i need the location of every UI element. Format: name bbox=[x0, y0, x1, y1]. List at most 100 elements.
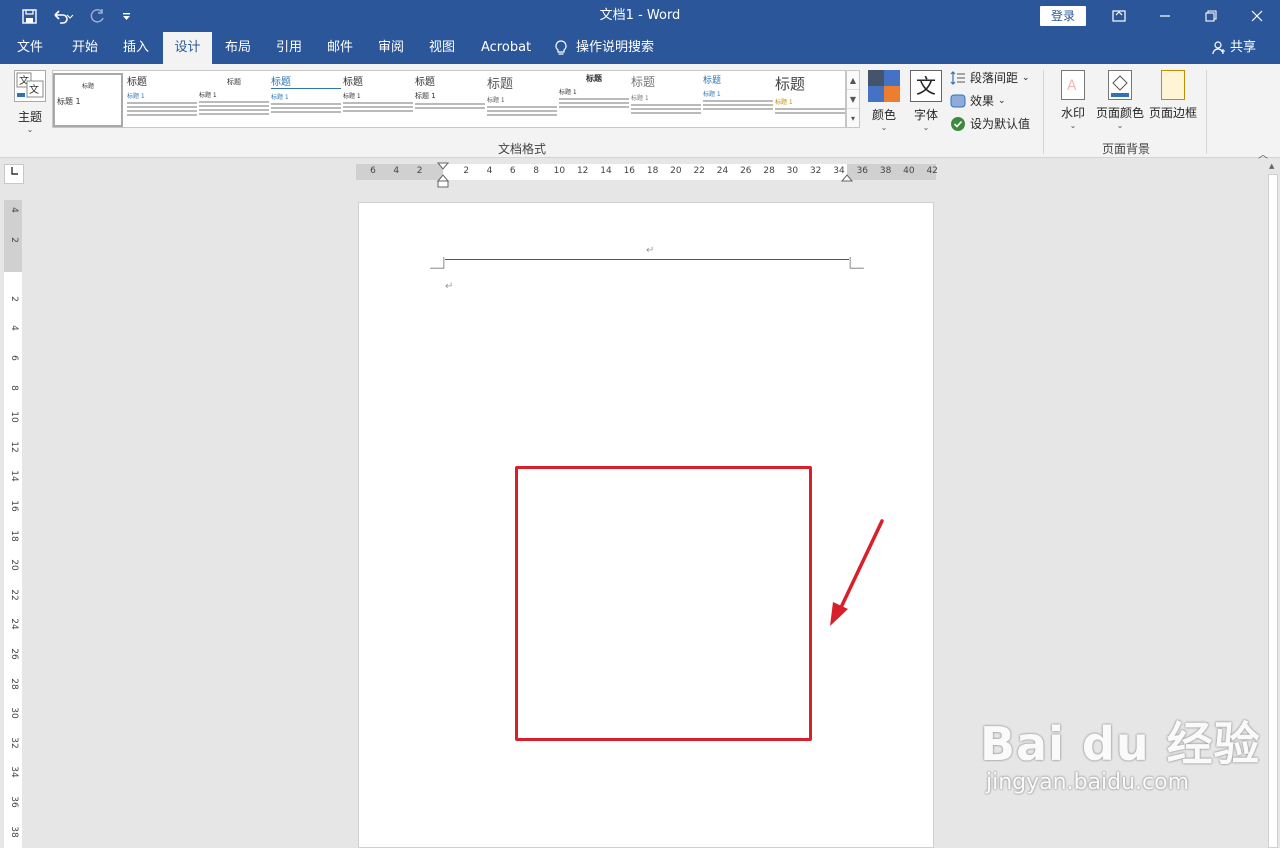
minimize-icon[interactable] bbox=[1142, 0, 1188, 32]
ruler-tick-label: 32 bbox=[9, 737, 19, 749]
body-paragraph-mark: ↵ bbox=[445, 281, 454, 292]
chevron-down-icon: ⌄ bbox=[1069, 121, 1077, 130]
save-icon[interactable] bbox=[18, 0, 40, 32]
style-set-item[interactable]: 标题 标题 1 bbox=[53, 73, 123, 127]
redo-icon[interactable] bbox=[86, 0, 108, 32]
svg-text:文: 文 bbox=[29, 83, 39, 96]
tab-references[interactable]: 引用 bbox=[267, 32, 311, 64]
gallery-scroll: ▲ ▼ ▾ bbox=[846, 70, 860, 128]
page-color-label: 页面颜色 bbox=[1095, 106, 1144, 120]
ruler-tick-label: 10 bbox=[9, 411, 19, 423]
ruler-tick-label: 28 bbox=[763, 166, 775, 176]
page-borders-button[interactable]: 页面边框 bbox=[1148, 70, 1198, 121]
tab-mailings[interactable]: 邮件 bbox=[318, 32, 362, 64]
vertical-ruler[interactable]: 4 2 2 4 6 8 10 12 14 16 18 20 22 24 26 28 30 32 34 36 38 bbox=[4, 200, 22, 848]
ruler-tick-label: 4 bbox=[9, 207, 19, 213]
style-set-item[interactable]: 标题 标题 1 bbox=[631, 73, 701, 127]
ruler-tick-label: 18 bbox=[9, 529, 19, 542]
paragraph-spacing-button[interactable]: 段落间距 ⌄ bbox=[950, 68, 1030, 88]
tab-selector[interactable] bbox=[4, 164, 24, 184]
ruler-tick-label: 14 bbox=[600, 166, 612, 176]
ruler-tick-label: 16 bbox=[9, 500, 19, 512]
scroll-up-icon[interactable]: ▲ bbox=[847, 71, 859, 90]
vertical-scrollbar[interactable]: ▲ bbox=[1266, 160, 1280, 848]
indent-markers[interactable] bbox=[437, 162, 449, 188]
colors-button[interactable]: 颜色 ⌄ bbox=[866, 70, 902, 132]
ruler-tick-label: 42 bbox=[926, 166, 938, 176]
tab-review[interactable]: 审阅 bbox=[369, 32, 413, 64]
close-icon[interactable] bbox=[1234, 0, 1280, 32]
ruler-tick-label: 4 bbox=[486, 166, 493, 176]
undo-icon[interactable] bbox=[48, 0, 80, 32]
ruler-tick-label: 16 bbox=[623, 166, 636, 176]
collapse-ribbon-icon[interactable]: ︿ bbox=[1258, 146, 1268, 161]
style-set-item[interactable]: 标题 标题 1 bbox=[199, 73, 269, 127]
page-color-button[interactable]: 页面颜色 ⌄ bbox=[1094, 70, 1146, 130]
watermark-brand: Bai du 经验 bbox=[980, 717, 1261, 771]
tab-layout[interactable]: 布局 bbox=[216, 32, 260, 64]
ruler-tick-label: 22 bbox=[9, 589, 19, 601]
gallery-more-icon[interactable]: ▾ bbox=[847, 109, 859, 128]
login-button[interactable]: 登录 bbox=[1040, 6, 1086, 26]
group-label-page-background: 页面背景 bbox=[1101, 142, 1150, 156]
set-as-default-button[interactable]: 设为默认值 bbox=[950, 114, 1030, 134]
chevron-down-icon: ⌄ bbox=[922, 123, 930, 132]
share-button[interactable]: 共享 bbox=[1212, 32, 1256, 64]
chevron-down-icon: ⌄ bbox=[26, 125, 34, 134]
right-indent-marker[interactable] bbox=[841, 172, 853, 182]
style-set-item[interactable]: 标题 标题 1 bbox=[127, 73, 197, 127]
header-corner-mark bbox=[430, 257, 445, 269]
restore-icon[interactable] bbox=[1188, 0, 1234, 32]
ruler-tick-label: 20 bbox=[670, 166, 682, 176]
horizontal-ruler[interactable]: 6 4 2 2 4 6 8 10 12 14 16 18 20 22 24 26 28 30 32 34 36 38 40 4… bbox=[356, 162, 938, 188]
scrollbar-thumb[interactable] bbox=[1268, 174, 1278, 848]
ruler-tick-label: 4 bbox=[9, 325, 19, 332]
tab-file[interactable]: 文件 bbox=[8, 32, 52, 64]
header-paragraph-mark: ↵ bbox=[646, 245, 655, 256]
fonts-button[interactable]: 文 字体 ⌄ bbox=[908, 70, 944, 132]
svg-text:A: A bbox=[1067, 78, 1077, 94]
ruler-tick-label: 18 bbox=[646, 166, 659, 176]
group-label-document-formatting: 文档格式 bbox=[497, 142, 546, 156]
ruler-tick-label: 14 bbox=[9, 470, 19, 483]
ribbon-display-options-icon[interactable] bbox=[1096, 0, 1142, 32]
tab-design[interactable]: 设计 bbox=[163, 32, 212, 64]
style-set-item[interactable]: 标题 标题 1 bbox=[559, 73, 629, 127]
ruler-tick-label: 2 bbox=[463, 166, 470, 176]
tab-acrobat[interactable]: Acrobat bbox=[472, 32, 540, 64]
pointer-arrow-icon bbox=[830, 519, 884, 626]
themes-button[interactable]: 文文 主题 ⌄ bbox=[10, 70, 50, 134]
ruler-tick-label: 12 bbox=[9, 441, 19, 453]
ruler-tick-label: 22 bbox=[693, 166, 705, 176]
group-divider bbox=[1043, 70, 1044, 154]
tab-view[interactable]: 视图 bbox=[420, 32, 464, 64]
style-set-item[interactable]: 标题 标题 1 bbox=[703, 73, 773, 127]
scroll-up-icon[interactable]: ▲ bbox=[1269, 162, 1274, 170]
ruler-tick-label: 30 bbox=[9, 707, 19, 719]
ruler-tick-label: 26 bbox=[740, 166, 752, 176]
chevron-down-icon: ⌄ bbox=[1022, 73, 1030, 83]
ribbon-design: 文文 主题 ⌄ 标题 标题 1 标题 标题 1 标题 标题 1 标题 标题 1 … bbox=[0, 64, 1280, 158]
style-set-item[interactable]: 标题 标题 1 bbox=[343, 73, 413, 127]
style-set-item[interactable]: 标题 标题 1 bbox=[271, 73, 341, 127]
share-label: 共享 bbox=[1230, 40, 1257, 55]
ruler-tick-label: 30 bbox=[786, 166, 799, 176]
ruler-tick-label: 6 bbox=[9, 355, 19, 361]
tab-insert[interactable]: 插入 bbox=[114, 32, 158, 64]
ruler-tick-label: 8 bbox=[533, 166, 539, 176]
ruler-tick-label: 2 bbox=[9, 295, 19, 302]
style-set-item[interactable]: 标题 标题 1 bbox=[775, 73, 845, 127]
tab-home[interactable]: 开始 bbox=[63, 32, 107, 64]
style-set-item[interactable]: 标题 标题 1 bbox=[415, 73, 485, 127]
tell-me-search[interactable]: 操作说明搜索 bbox=[554, 32, 654, 64]
group-divider bbox=[1206, 70, 1207, 154]
scroll-down-icon[interactable]: ▼ bbox=[847, 90, 859, 109]
chevron-down-icon: ⌄ bbox=[998, 96, 1006, 106]
ruler-tick-label: 8 bbox=[9, 384, 19, 391]
set-as-default-label: 设为默认值 bbox=[970, 117, 1031, 131]
lightbulb-icon bbox=[555, 40, 567, 55]
customize-qat-icon[interactable] bbox=[118, 0, 134, 32]
watermark-button[interactable]: A 水印 ⌄ bbox=[1056, 70, 1090, 130]
effects-button[interactable]: 效果 ⌄ bbox=[950, 91, 1006, 111]
style-set-item[interactable]: 标题 标题 1 bbox=[487, 73, 557, 127]
